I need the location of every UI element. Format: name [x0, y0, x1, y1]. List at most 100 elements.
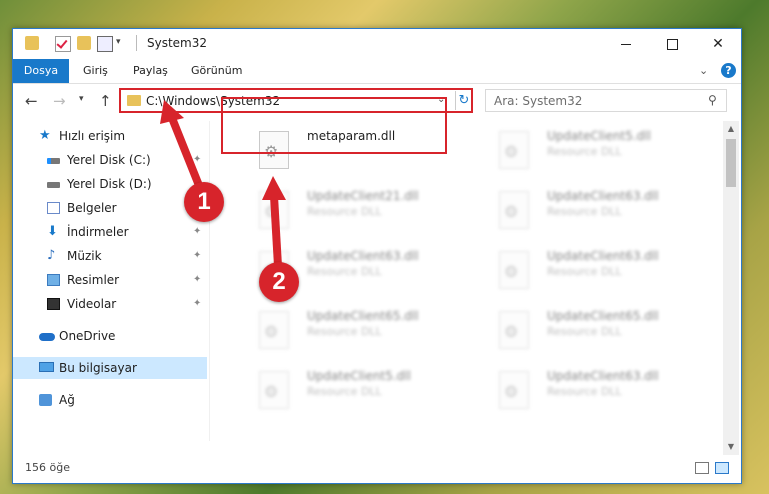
up-button[interactable]: ↑ [99, 92, 112, 110]
sidebar-item-label: Hızlı erişim [59, 129, 126, 143]
drive-icon [47, 158, 60, 164]
step-marker-2: 2 [259, 262, 299, 302]
sidebar-item-label: İndirmeler [67, 225, 129, 239]
dll-file-icon [259, 311, 289, 349]
tab-share[interactable]: Paylaş [133, 59, 168, 83]
sidebar-item-label: Müzik [67, 249, 102, 263]
network-icon [39, 394, 52, 406]
sidebar-item-pictures[interactable]: Resimler ✦ [13, 269, 207, 291]
pictures-icon [47, 274, 60, 286]
maximize-button[interactable] [649, 29, 695, 59]
file-name: UpdateClient65.dll [547, 309, 659, 323]
step-marker-1: 1 [184, 182, 224, 222]
sidebar-item-label: OneDrive [59, 329, 116, 343]
file-type: Resource DLL [307, 205, 382, 218]
sidebar-item-documents[interactable]: Belgeler ✦ [13, 197, 207, 219]
file-name: UpdateClient63.dll [547, 249, 659, 263]
new-folder-icon[interactable] [77, 36, 91, 50]
file-item[interactable]: UpdateClient5.dll Resource DLL [475, 125, 707, 183]
file-item[interactable]: UpdateClient5.dll Resource DLL [235, 365, 467, 423]
file-name: UpdateClient63.dll [307, 249, 419, 263]
tab-view[interactable]: Görünüm [191, 59, 242, 83]
search-icon[interactable]: ⚲ [708, 93, 717, 107]
file-name: UpdateClient63.dll [547, 189, 659, 203]
back-button[interactable]: ← [25, 92, 38, 110]
maximize-icon [666, 38, 678, 50]
properties-check-icon[interactable] [55, 36, 71, 52]
file-type: Resource DLL [547, 325, 622, 338]
file-type: Resource DLL [547, 145, 622, 158]
sidebar-item-quick-access[interactable]: ★ Hızlı erişim [13, 125, 207, 147]
customize-toolbar-icon[interactable]: ▾ [116, 37, 121, 47]
close-button[interactable]: ✕ [695, 29, 741, 59]
file-type: Resource DLL [547, 385, 622, 398]
search-input[interactable]: Ara: System32 ⚲ [485, 89, 727, 112]
sidebar-item-local-disk-c[interactable]: Yerel Disk (C:) ✦ [13, 149, 207, 171]
dll-file-icon [259, 191, 289, 229]
pin-icon[interactable]: ✦ [193, 293, 201, 315]
file-item[interactable]: UpdateClient63.dll Resource DLL [475, 185, 707, 243]
file-name: UpdateClient21.dll [307, 189, 419, 203]
sidebar-item-videos[interactable]: Videolar ✦ [13, 293, 207, 315]
refresh-button[interactable]: ↻ [455, 91, 472, 110]
dll-file-icon [259, 371, 289, 409]
sidebar-item-downloads[interactable]: ⬇ İndirmeler ✦ [13, 221, 207, 243]
file-name: UpdateClient63.dll [547, 369, 659, 383]
file-item[interactable]: UpdateClient65.dll Resource DLL [235, 305, 467, 363]
minimize-icon [621, 43, 631, 45]
drive-icon [47, 182, 60, 188]
document-icon [47, 202, 60, 214]
sidebar-item-music[interactable]: ♪ Müzik ✦ [13, 245, 207, 267]
navigation-pane: ★ Hızlı erişim Yerel Disk (C:) ✦ Yerel D… [13, 121, 209, 441]
sidebar-item-onedrive[interactable]: OneDrive [13, 325, 207, 347]
scroll-up-icon[interactable]: ▲ [723, 121, 739, 137]
file-type: Resource DLL [547, 265, 622, 278]
vertical-scrollbar[interactable]: ▲ ▼ [723, 121, 739, 455]
tab-file[interactable]: Dosya [13, 59, 69, 83]
sidebar-item-network[interactable]: Ağ [13, 389, 207, 411]
folder-icon [127, 95, 141, 106]
help-icon[interactable]: ? [721, 63, 736, 78]
title-separator [136, 35, 137, 51]
status-bar: 156 öğe [13, 457, 741, 483]
scroll-down-icon[interactable]: ▼ [723, 439, 739, 455]
dll-file-icon [499, 191, 529, 229]
sidebar-item-local-disk-d[interactable]: Yerel Disk (D:) ✦ [13, 173, 207, 195]
sidebar-item-label: Belgeler [67, 201, 117, 215]
dll-file-icon [499, 311, 529, 349]
minimize-button[interactable] [603, 29, 649, 59]
file-item[interactable]: UpdateClient63.dll Resource DLL [475, 245, 707, 303]
sidebar-item-label: Yerel Disk (D:) [67, 177, 152, 191]
dll-file-icon [499, 251, 529, 289]
file-item[interactable]: UpdateClient21.dll Resource DLL [235, 185, 467, 243]
star-icon: ★ [39, 128, 51, 143]
pin-icon[interactable]: ✦ [193, 269, 201, 291]
tab-home[interactable]: Giriş [83, 59, 108, 83]
forward-button[interactable]: → [53, 92, 66, 110]
file-highlight-box [221, 97, 447, 154]
chevron-down-icon[interactable]: ⌄ [699, 64, 708, 77]
pin-icon[interactable]: ✦ [193, 221, 201, 243]
sidebar-item-label: Yerel Disk (C:) [67, 153, 151, 167]
file-item[interactable]: UpdateClient63.dll Resource DLL [475, 365, 707, 423]
recent-locations-button[interactable]: ▾ [79, 94, 84, 104]
sidebar-item-this-pc[interactable]: Bu bilgisayar [13, 357, 207, 379]
video-icon [47, 298, 60, 310]
scroll-thumb[interactable] [726, 139, 736, 187]
properties-icon[interactable] [97, 36, 113, 52]
large-icons-view-icon[interactable] [715, 462, 729, 474]
file-type: Resource DLL [307, 325, 382, 338]
download-icon: ⬇ [47, 224, 58, 239]
ribbon-tabs: Dosya Giriş Paylaş Görünüm ⌄ ? [13, 59, 741, 84]
pin-icon[interactable]: ✦ [193, 245, 201, 267]
dll-file-icon [499, 371, 529, 409]
file-name: UpdateClient5.dll [307, 369, 411, 383]
cloud-icon [39, 333, 55, 341]
pin-icon[interactable]: ✦ [193, 149, 201, 171]
details-view-icon[interactable] [695, 462, 709, 474]
pane-divider[interactable] [209, 121, 210, 441]
folder-icon[interactable] [25, 36, 39, 50]
file-item[interactable]: UpdateClient65.dll Resource DLL [475, 305, 707, 363]
sidebar-item-label: Bu bilgisayar [59, 361, 137, 375]
sidebar-item-label: Ağ [59, 393, 75, 407]
